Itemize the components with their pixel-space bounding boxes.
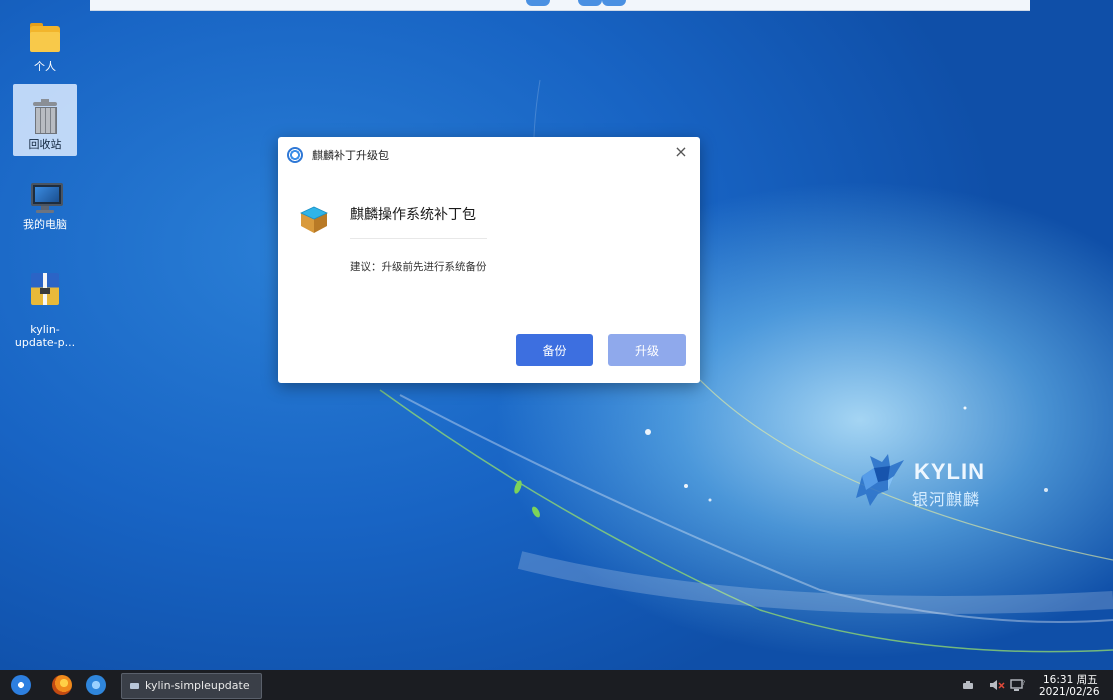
desktop-icon-label: kylin- update-p...	[14, 323, 76, 349]
package-icon	[300, 206, 328, 233]
computer-icon	[28, 180, 63, 214]
clock-time[interactable]: 16:31 周五	[1043, 672, 1098, 687]
svg-text:?: ?	[1022, 680, 1025, 687]
kylin-app-icon	[287, 147, 303, 163]
taskbar-item-kylin-simpleupdate[interactable]: kylin-simpleupdate	[121, 673, 262, 699]
backup-advice-text: 建议：升级前先进行系统备份	[350, 261, 487, 273]
archive-icon	[28, 272, 62, 306]
folder-icon	[28, 22, 62, 56]
package-heading: 麒麟操作系统补丁包	[350, 207, 476, 223]
kylin-brand-text: KYLIN	[914, 459, 985, 484]
desktop-icon-computer[interactable]: 我的电脑	[13, 180, 77, 231]
desktop-icon-update-package[interactable]: kylin- update-p...	[13, 259, 77, 362]
backup-button[interactable]: 备份	[516, 334, 593, 366]
dialog-title: 麒麟补丁升级包	[312, 149, 389, 162]
desktop-icon-trash[interactable]: 回收站	[13, 84, 77, 156]
patch-upgrade-dialog: 麒麟补丁升级包 × 麒麟操作系统补丁包 建议：升级前先进行系统备份 备份 升级	[278, 137, 700, 383]
start-menu-icon[interactable]	[11, 675, 31, 695]
kylin-brand-subtext: 银河麒麟	[912, 490, 981, 509]
window-icon	[130, 683, 139, 689]
network-icon[interactable]: ?	[1010, 678, 1026, 692]
input-method-icon[interactable]	[962, 680, 974, 690]
volume-muted-icon[interactable]	[989, 679, 1005, 691]
kylin-brand-logo: KYLIN 银河麒麟	[848, 446, 1018, 516]
taskbar-item-label: kylin-simpleupdate	[145, 679, 250, 692]
browser-icon[interactable]	[52, 675, 72, 695]
divider	[350, 238, 487, 239]
file-manager-icon[interactable]	[86, 675, 106, 695]
close-icon[interactable]: ×	[672, 143, 690, 161]
clock-date[interactable]: 2021/02/26	[1039, 686, 1100, 698]
desktop-icon-home[interactable]: 个人	[13, 22, 77, 73]
desktop-icon-label: 我的电脑	[23, 218, 67, 231]
desktop: 个人 回收站 我的电脑 kylin- update-p... 麒麟补丁升级包 ×…	[0, 0, 1113, 670]
kylin-qilin-icon	[856, 454, 904, 506]
upgrade-button[interactable]: 升级	[608, 334, 686, 366]
desktop-icon-label: 回收站	[28, 138, 62, 151]
taskbar: kylin-simpleupdate ? 16:31 周五 2021/02/26	[0, 670, 1113, 700]
desktop-icon-label: 个人	[34, 60, 56, 73]
trash-icon	[28, 99, 62, 134]
